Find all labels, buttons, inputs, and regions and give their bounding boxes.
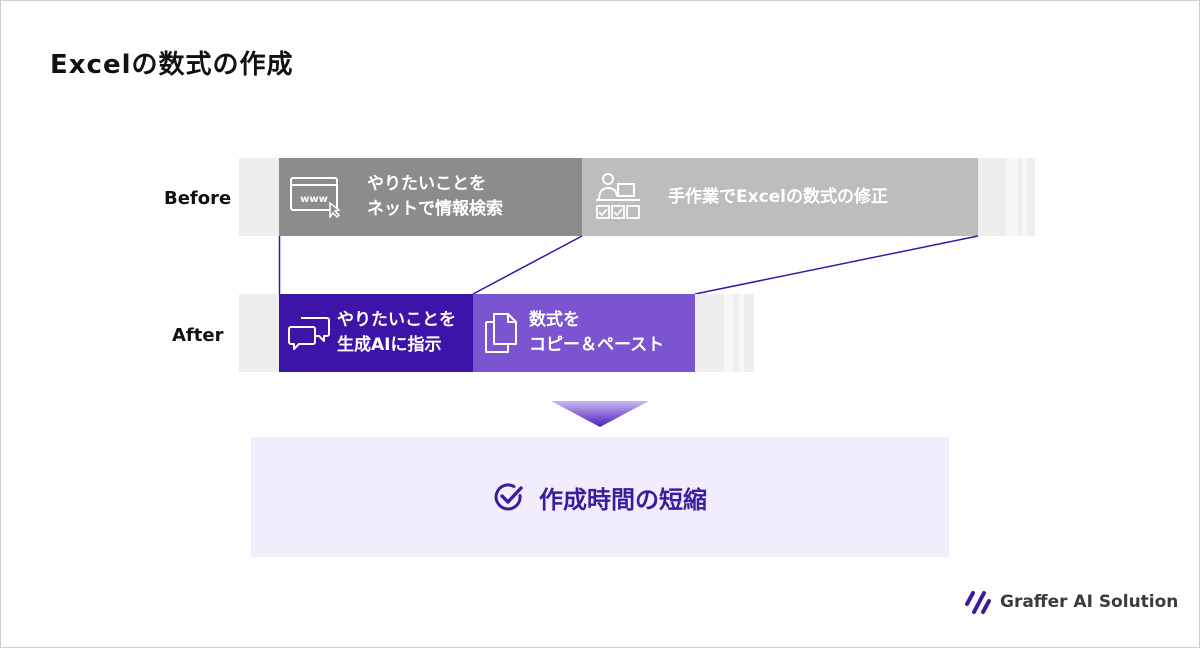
connector-middle bbox=[472, 235, 583, 295]
brand-logo: Graffer AI Solution bbox=[964, 590, 1178, 614]
after-step-ai-instruct: やりたいことを 生成AIに指示 bbox=[279, 294, 473, 372]
check-circle-icon bbox=[493, 481, 525, 513]
brand-name: Graffer AI Solution bbox=[1000, 592, 1179, 612]
after-track-fade bbox=[724, 294, 734, 372]
chat-bubbles-icon bbox=[287, 315, 331, 351]
result-box: 作成時間の短縮 bbox=[251, 437, 949, 557]
graffer-logo-icon bbox=[964, 590, 992, 614]
after-track-fade-2 bbox=[739, 294, 744, 372]
result-text: 作成時間の短縮 bbox=[539, 485, 707, 514]
copy-documents-icon bbox=[483, 312, 519, 354]
after-step-ai-instruct-text: やりたいことを 生成AIに指示 bbox=[337, 310, 456, 355]
connector-right bbox=[694, 235, 979, 295]
after-step-copy-paste: 数式を コピー＆ペースト bbox=[473, 294, 695, 372]
after-label: After bbox=[172, 325, 224, 346]
after-step-copy-paste-text: 数式を コピー＆ペースト bbox=[529, 310, 665, 355]
down-arrow-icon bbox=[551, 401, 649, 427]
